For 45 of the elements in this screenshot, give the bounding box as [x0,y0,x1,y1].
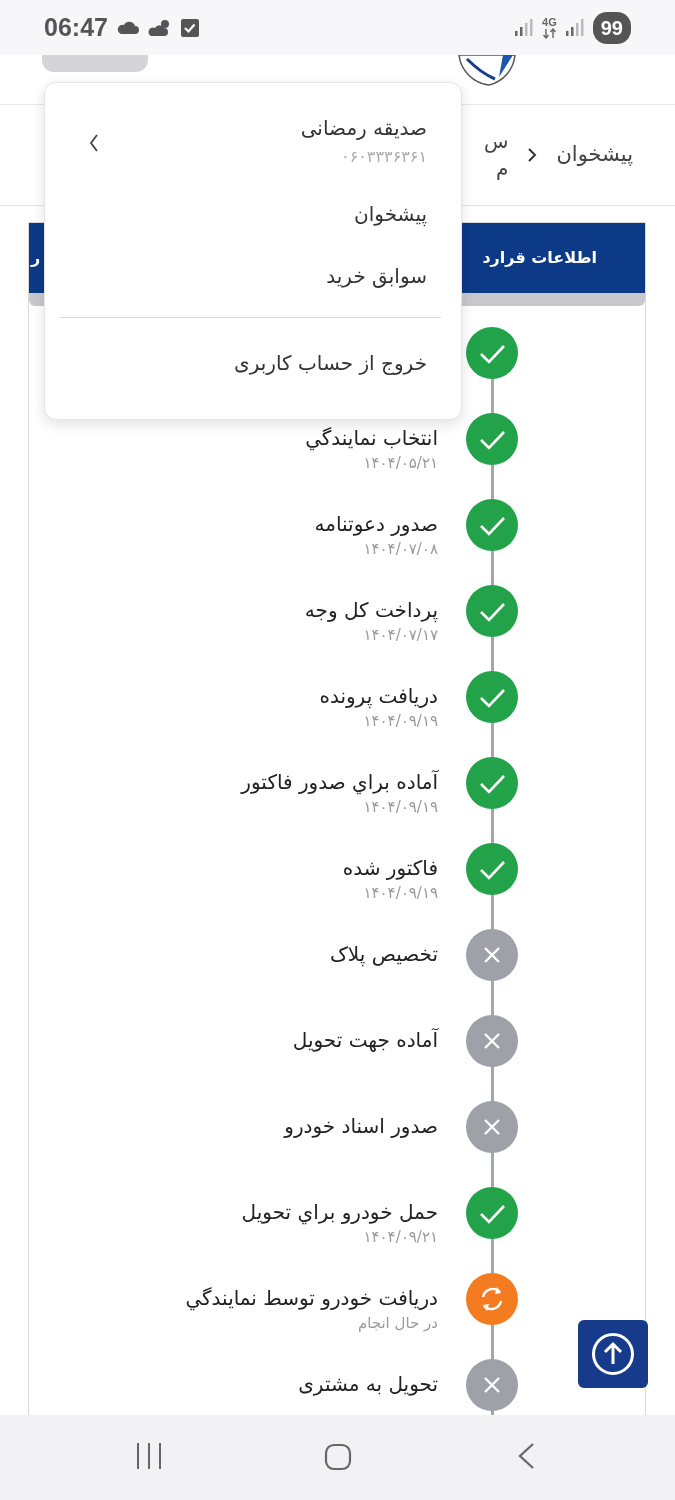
step-date: در حال انجام [356,1313,438,1333]
step-title: دریافت خودرو توسط نمایندگي [185,1285,438,1313]
step-title: پرداخت کل وجه [304,597,438,625]
scroll-top-button[interactable] [578,1320,648,1388]
back-icon[interactable] [518,1443,536,1469]
step-date: ۱۴۰۴/۰۹/۱۹ [362,797,438,817]
signal-icon [564,18,585,37]
step-title: آماده براي صدور فاکتور [241,769,438,797]
step-title: تحویل به مشتری [298,1371,438,1398]
tab[interactable]: اطلاعات قرارد [482,246,597,270]
menu-item[interactable]: پیشخوان [354,199,427,229]
user-phone: ۰۶۰۳۳۳۶۳۶۱ [341,146,427,168]
step-title: صدور اسناد خودرو [284,1113,438,1140]
network-type: 4G [542,16,557,28]
step-title: تخصیص پلاک [329,941,438,969]
signal-icon [514,18,535,37]
breadcrumb-text: م [495,155,509,182]
tab[interactable]: ر [31,246,41,270]
step-title: دریافت پرونده [319,683,438,711]
clock-time: 06:47 [44,11,108,43]
battery-level: 99 [592,11,631,44]
user-name: صدیقه رمضانی [300,115,427,142]
step-date: ۱۴۰۴/۰۵/۲۱ [362,453,438,473]
data-arrows-icon [542,27,556,39]
chevron-icon [526,147,539,163]
menu-item[interactable]: خروج از حساب کاربری [234,348,427,378]
step-date: ۱۴۰۴/۰۷/۰۸ [362,539,438,559]
step-date: ۱۴۰۴/۰۹/۱۹ [362,711,438,731]
logo-icon [455,55,517,87]
arrow-up-icon [591,1332,635,1376]
step-title: حمل خودرو براي تحویل [241,1199,438,1227]
step-title: آماده جهت تحویل [292,1027,438,1054]
chevron-icon[interactable] [88,133,100,153]
breadcrumb-link[interactable]: پیشخوان [556,139,633,171]
step-date: ۱۴۰۴/۰۹/۱۹ [362,883,438,903]
recent-apps-icon[interactable] [136,1443,162,1469]
step-title: انتخاب نمايندگي [305,425,438,453]
menu-item[interactable]: سوابق خرید [326,261,427,291]
checkbox-icon [179,17,200,38]
home-icon[interactable] [324,1443,352,1471]
step-title: صدور دعوتنامه [314,511,438,538]
step-title: فاکتور شده [342,855,438,882]
step-date: ۱۴۰۴/۰۹/۲۱ [362,1227,438,1247]
breadcrumb-text: س [484,128,509,155]
step-date: ۱۴۰۴/۰۷/۱۷ [362,625,438,645]
